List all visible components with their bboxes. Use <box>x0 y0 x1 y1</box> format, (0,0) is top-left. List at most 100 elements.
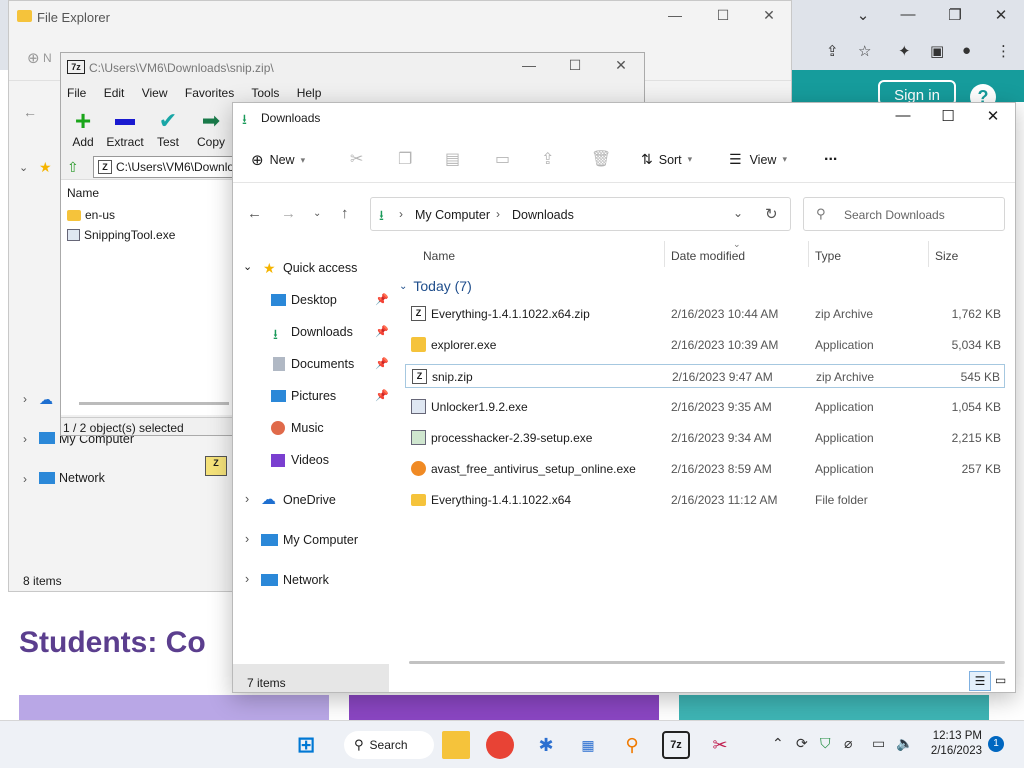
path-field[interactable]: Z C:\Users\VM6\Downlo <box>93 156 233 178</box>
chevron-down-icon[interactable]: ⌄ <box>243 260 252 273</box>
chevron-down-icon[interactable]: ⌄ <box>733 206 743 220</box>
file-row-selected[interactable]: Z snip.zip 2/16/2023 9:47 AM zip Archive… <box>405 364 1005 388</box>
breadcrumb-my-computer[interactable]: My Computer <box>415 208 490 222</box>
extensions-icon[interactable]: ✦ <box>898 42 911 60</box>
refresh-icon[interactable]: ↻ <box>765 205 778 223</box>
delete-icon[interactable]: 🗑 <box>591 149 611 169</box>
nav-quick-access[interactable]: Quick access <box>283 261 357 275</box>
close-icon[interactable]: ✕ <box>973 107 1013 125</box>
menu-view[interactable]: View <box>142 86 168 100</box>
column-header-name[interactable]: Name <box>423 249 455 263</box>
restore-icon[interactable]: ❐ <box>940 6 970 24</box>
file-row[interactable]: Unlocker1.9.2.exe 2/16/2023 9:35 AM Appl… <box>405 395 1005 419</box>
horizontal-scrollbar[interactable] <box>409 661 1005 664</box>
pin-icon[interactable]: 📌 <box>375 325 389 338</box>
chevron-right-icon[interactable]: › <box>23 392 27 406</box>
pin-icon[interactable]: 📌 <box>375 293 389 306</box>
nav-desktop[interactable]: Desktop <box>291 293 337 307</box>
new-button[interactable]: ⊕ New ▾ <box>251 151 305 169</box>
pin-icon[interactable]: 📌 <box>375 389 389 402</box>
display-icon[interactable]: ▭ <box>872 735 885 752</box>
nav-network[interactable]: Network <box>283 573 329 587</box>
clock[interactable]: 12:13 PM 2/16/2023 <box>922 729 982 759</box>
chevron-up-icon[interactable]: ⌃ <box>772 735 784 752</box>
sevenzip-taskbar-icon[interactable]: 7z <box>662 731 690 759</box>
menu-favorites[interactable]: Favorites <box>185 86 234 100</box>
column-name[interactable]: Name <box>67 186 99 200</box>
star-icon[interactable]: ☆ <box>858 42 871 60</box>
more-options-button[interactable]: ... <box>824 147 837 165</box>
nav-documents[interactable]: Documents <box>291 357 354 371</box>
horizontal-scrollbar[interactable] <box>79 402 229 405</box>
file-row[interactable]: explorer.exe 2/16/2023 10:39 AM Applicat… <box>405 333 1005 357</box>
details-view-icon[interactable]: ☰ <box>969 671 991 691</box>
chevron-right-icon[interactable]: › <box>23 432 27 446</box>
chevron-down-icon[interactable]: ⌄ <box>19 161 28 174</box>
minimize-icon[interactable]: — <box>517 57 541 73</box>
content-card[interactable] <box>19 695 329 720</box>
nav-my-computer[interactable]: My Computer <box>283 533 358 547</box>
pin-icon[interactable]: 📌 <box>375 357 389 370</box>
column-header-type[interactable]: Type <box>815 249 841 263</box>
list-item[interactable]: en-us <box>67 208 115 222</box>
sidepanel-icon[interactable]: ▣ <box>930 42 944 60</box>
extract-button[interactable]: Extract <box>103 107 147 149</box>
chevron-right-icon[interactable]: › <box>245 492 249 506</box>
chevron-down-icon[interactable]: ⌄ <box>848 6 878 24</box>
maximize-icon[interactable]: ☐ <box>563 57 587 74</box>
search-tool-icon[interactable]: ⚲ <box>618 731 646 759</box>
menu-file[interactable]: File <box>67 86 86 100</box>
paste-icon[interactable]: ▤ <box>445 149 460 169</box>
copy-button[interactable]: ➡ Copy <box>189 107 233 149</box>
close-icon[interactable]: ✕ <box>986 6 1016 24</box>
shield-icon[interactable]: ⛉ <box>820 735 831 752</box>
volume-icon[interactable]: 🔈 <box>896 735 913 752</box>
close-icon[interactable]: ✕ <box>609 57 633 74</box>
notification-badge[interactable]: 1 <box>988 736 1004 752</box>
maximize-icon[interactable]: ☐ <box>711 7 735 24</box>
sort-button[interactable]: ⇅ Sort ▾ <box>641 151 692 168</box>
add-button[interactable]: + Add <box>61 107 105 150</box>
sync-icon[interactable]: ⟳ <box>796 735 808 752</box>
rename-icon[interactable]: ▭ <box>495 149 510 169</box>
nav-pictures[interactable]: Pictures <box>291 389 336 403</box>
nav-downloads[interactable]: Downloads <box>291 325 353 339</box>
nav-network[interactable]: Network <box>59 471 105 485</box>
monitor-icon[interactable]: ▦ <box>574 731 602 759</box>
minimize-icon[interactable]: — <box>893 6 923 23</box>
search-input[interactable]: ⚲ Search Downloads <box>803 197 1005 231</box>
minimize-icon[interactable]: — <box>883 107 923 124</box>
recent-locations-icon[interactable]: ⌄ <box>313 208 321 219</box>
menu-help[interactable]: Help <box>297 86 322 100</box>
list-item[interactable]: SnippingTool.exe <box>67 228 175 242</box>
new-icon[interactable]: ⊕ <box>27 49 40 67</box>
file-row[interactable]: Z Everything-1.4.1.1022.x64.zip 2/16/202… <box>405 302 1005 326</box>
profile-icon[interactable]: ● <box>962 42 971 59</box>
group-header-today[interactable]: ⌄ Today (7) <box>399 278 472 294</box>
test-button[interactable]: ✔ Test <box>146 107 190 149</box>
taskbar-search[interactable]: ⚲ Search <box>344 731 434 759</box>
nav-music[interactable]: Music <box>291 421 324 435</box>
back-arrow-icon[interactable]: ← <box>23 104 37 120</box>
chevron-right-icon[interactable]: › <box>245 572 249 586</box>
gear-icon[interactable]: ✱ <box>532 731 560 759</box>
nav-onedrive[interactable]: OneDrive <box>283 493 336 507</box>
up-folder-icon[interactable]: ⇧ <box>67 159 79 176</box>
share-icon[interactable]: ⇪ <box>826 42 839 60</box>
snipping-tool-icon[interactable]: ✂ <box>706 731 734 759</box>
tiles-view-icon[interactable]: ▭ <box>995 673 1006 687</box>
breadcrumb-downloads[interactable]: Downloads <box>512 208 574 222</box>
chevron-right-icon[interactable]: › <box>23 472 27 486</box>
column-header-date[interactable]: Date modified <box>671 249 745 263</box>
file-row[interactable]: avast_free_antivirus_setup_online.exe 2/… <box>405 457 1005 481</box>
view-button[interactable]: ☰ View ▾ <box>729 151 787 168</box>
column-header-size[interactable]: Size <box>935 249 958 263</box>
menu-icon[interactable]: ⋮ <box>996 42 1011 60</box>
menu-edit[interactable]: Edit <box>104 86 125 100</box>
copy-icon[interactable]: ❐ <box>398 149 412 169</box>
up-arrow-icon[interactable]: ↑ <box>341 205 349 222</box>
file-row[interactable]: processhacker-2.39-setup.exe 2/16/2023 9… <box>405 426 1005 450</box>
address-bar[interactable]: ⭳ › My Computer › Downloads ⌄ ↻ <box>370 197 791 231</box>
content-card[interactable] <box>679 695 989 720</box>
minimize-icon[interactable]: — <box>663 7 687 23</box>
